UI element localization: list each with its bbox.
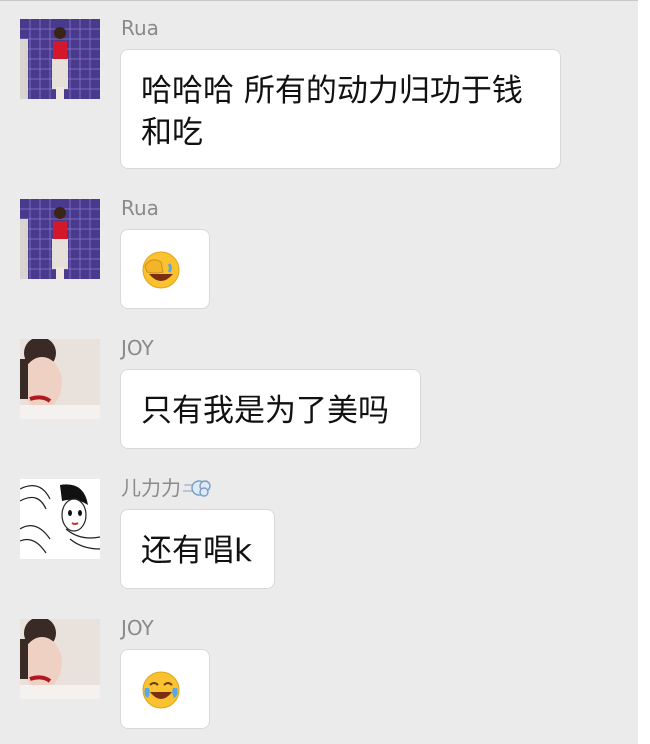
message-bubble[interactable] [120,229,210,309]
message-text: 哈哈哈 所有的动力归功于钱和吃 [141,73,523,151]
tears-of-joy-emoji [142,671,180,709]
sender-name: JOY [121,616,154,640]
sender-name: JOY [121,336,154,360]
sender-name: Rua [121,16,159,40]
sender-name-text: 儿力力 [121,476,181,500]
avatar[interactable] [20,339,100,419]
sender-name: Rua [121,196,159,220]
chat-message-list[interactable]: Rua 哈哈哈 所有的动力归功于钱和吃 Rua JOY 只有我是为了美吗 儿力力… [0,0,638,744]
face-palm-laughing-emoji [142,251,180,289]
message-bubble[interactable]: 哈哈哈 所有的动力归功于钱和吃 [120,49,561,169]
avatar[interactable] [20,619,100,699]
dash-cloud-icon [182,477,211,504]
message-text: 只有我是为了美吗 [141,393,389,429]
avatar[interactable] [20,199,100,279]
avatar[interactable] [20,479,100,559]
message-bubble[interactable] [120,649,210,729]
message-bubble[interactable]: 还有唱k [120,509,275,589]
avatar[interactable] [20,19,100,99]
message-text: 还有唱k [141,533,252,569]
message-bubble[interactable]: 只有我是为了美吗 [120,369,421,449]
sender-name: 儿力力 [121,476,211,504]
